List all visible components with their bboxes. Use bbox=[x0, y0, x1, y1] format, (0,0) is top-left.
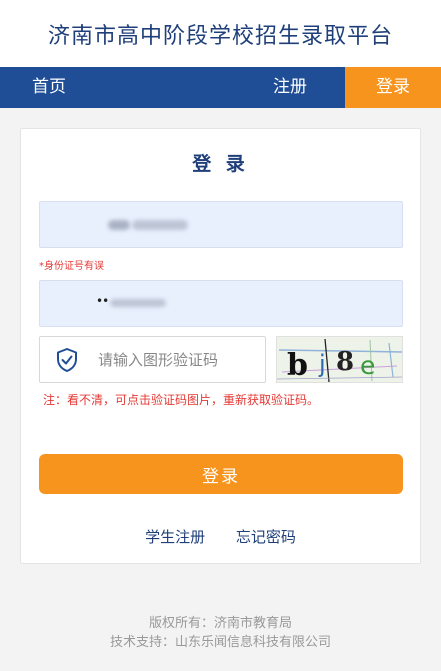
captcha-char: 8 bbox=[336, 347, 354, 377]
nav-login-tab[interactable]: 登录 bbox=[345, 67, 441, 108]
id-error-message: *身份证号有误 bbox=[39, 261, 104, 272]
id-number-field[interactable] bbox=[39, 201, 403, 248]
login-links: 学生注册 忘记密码 bbox=[21, 526, 420, 547]
captcha-char: j bbox=[318, 350, 326, 378]
captcha-input[interactable] bbox=[40, 337, 265, 382]
site-title: 济南市高中阶段学校招生录取平台 bbox=[47, 23, 393, 49]
login-button[interactable]: 登录 bbox=[39, 454, 403, 494]
footer: 版权所有：济南市教育局 技术支持：山东乐闻信息科技有限公司 bbox=[0, 614, 441, 652]
nav-home-link[interactable]: 首页 bbox=[32, 67, 66, 108]
captcha-image[interactable]: b j 8 e bbox=[276, 336, 403, 383]
masked-id-segment bbox=[132, 220, 188, 230]
password-dots: •• bbox=[96, 294, 109, 308]
nav-bar: 首页 注册 登录 bbox=[0, 67, 441, 108]
forgot-password-link[interactable]: 忘记密码 bbox=[236, 528, 296, 546]
captcha-graphic: b j 8 e bbox=[277, 337, 402, 383]
login-card: 登 录 *身份证号有误 •• b j 8 e 注： bbox=[20, 128, 421, 564]
password-field[interactable]: •• bbox=[39, 280, 403, 327]
copyright-text: 版权所有：济南市教育局 bbox=[148, 616, 292, 631]
captcha-char: b bbox=[287, 348, 308, 383]
masked-password-segment bbox=[110, 299, 166, 307]
header: 济南市高中阶段学校招生录取平台 bbox=[0, 0, 441, 67]
nav-register-link[interactable]: 注册 bbox=[273, 67, 307, 108]
captcha-note: 注：看不清，可点击验证码图片，重新获取验证码。 bbox=[43, 393, 320, 407]
login-title: 登 录 bbox=[192, 153, 249, 175]
captcha-field[interactable] bbox=[39, 336, 266, 383]
masked-id-segment bbox=[108, 220, 130, 230]
id-number-input[interactable] bbox=[40, 202, 402, 247]
password-input[interactable] bbox=[40, 281, 402, 326]
support-text: 技术支持：山东乐闻信息科技有限公司 bbox=[109, 635, 331, 650]
student-register-link[interactable]: 学生注册 bbox=[145, 528, 205, 546]
captcha-char: e bbox=[360, 351, 375, 380]
